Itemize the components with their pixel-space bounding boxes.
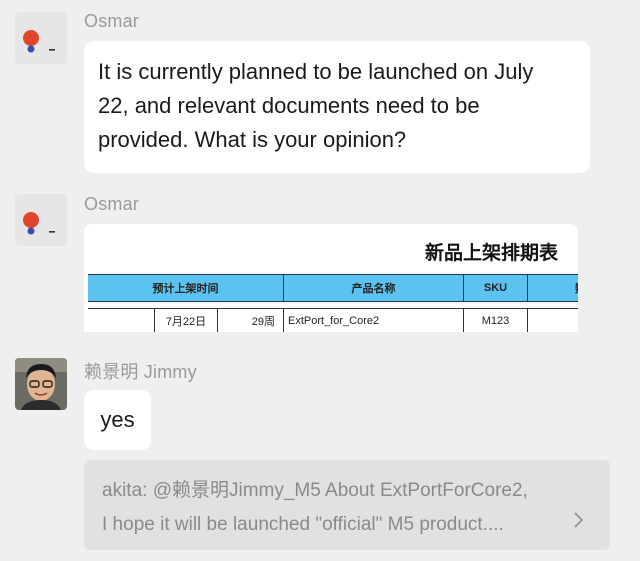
message-text-line: 22, and relevant documents need to be — [98, 93, 480, 118]
sheet-title: 新品上架排期表 — [424, 243, 558, 264]
user-photo-avatar — [15, 358, 67, 410]
message-text-line: provided. What is your opinion? — [98, 127, 407, 152]
sheet-cell: M123 — [464, 309, 528, 332]
sender-name: Osmar — [84, 11, 139, 31]
message-text-line: It is currently planned to be launched o… — [98, 59, 534, 84]
avatar-osmar-1[interactable] — [15, 12, 67, 64]
sheet-header-cell: 预计上架时间 — [88, 275, 284, 301]
default-avatar-icon — [23, 212, 55, 235]
message-bubble[interactable]: It is currently planned to be launched o… — [84, 41, 590, 173]
sheet-data-row: 7月22日 29周 ExtPort_for_Core2 M123 — [88, 308, 578, 332]
sheet-cell: 29周 — [218, 309, 284, 332]
quote-line: akita: @赖景明Jimmy_M5 About ExtPortForCore… — [102, 480, 528, 501]
sheet-header-cell: 数 — [528, 275, 578, 301]
message-bubble[interactable]: yes — [84, 390, 151, 450]
avatar-osmar-2[interactable] — [15, 194, 67, 246]
sheet-cell — [528, 309, 578, 332]
default-avatar-icon — [23, 30, 55, 53]
sheet-cell: 7月22日 — [154, 309, 218, 332]
chevron-right-icon[interactable] — [568, 510, 588, 530]
sheet-cell: ExtPort_for_Core2 — [284, 309, 464, 332]
sheet-header-cell: SKU — [464, 275, 528, 301]
spreadsheet-image-message[interactable]: 新品上架排期表 预计上架时间 产品名称 SKU 数 7月22日 29周 ExtP… — [84, 224, 578, 332]
quote-line: I hope it will be launched "official" M5… — [102, 514, 504, 535]
sender-name: Osmar — [84, 194, 139, 214]
quoted-message[interactable]: akita: @赖景明Jimmy_M5 About ExtPortForCore… — [84, 460, 610, 550]
message-text: yes — [100, 407, 135, 432]
sender-name: 赖景明 Jimmy — [84, 362, 197, 382]
sheet-header-row: 预计上架时间 产品名称 SKU 数 — [88, 274, 578, 302]
sheet-header-cell: 产品名称 — [284, 275, 464, 301]
avatar-jimmy[interactable] — [15, 358, 67, 410]
